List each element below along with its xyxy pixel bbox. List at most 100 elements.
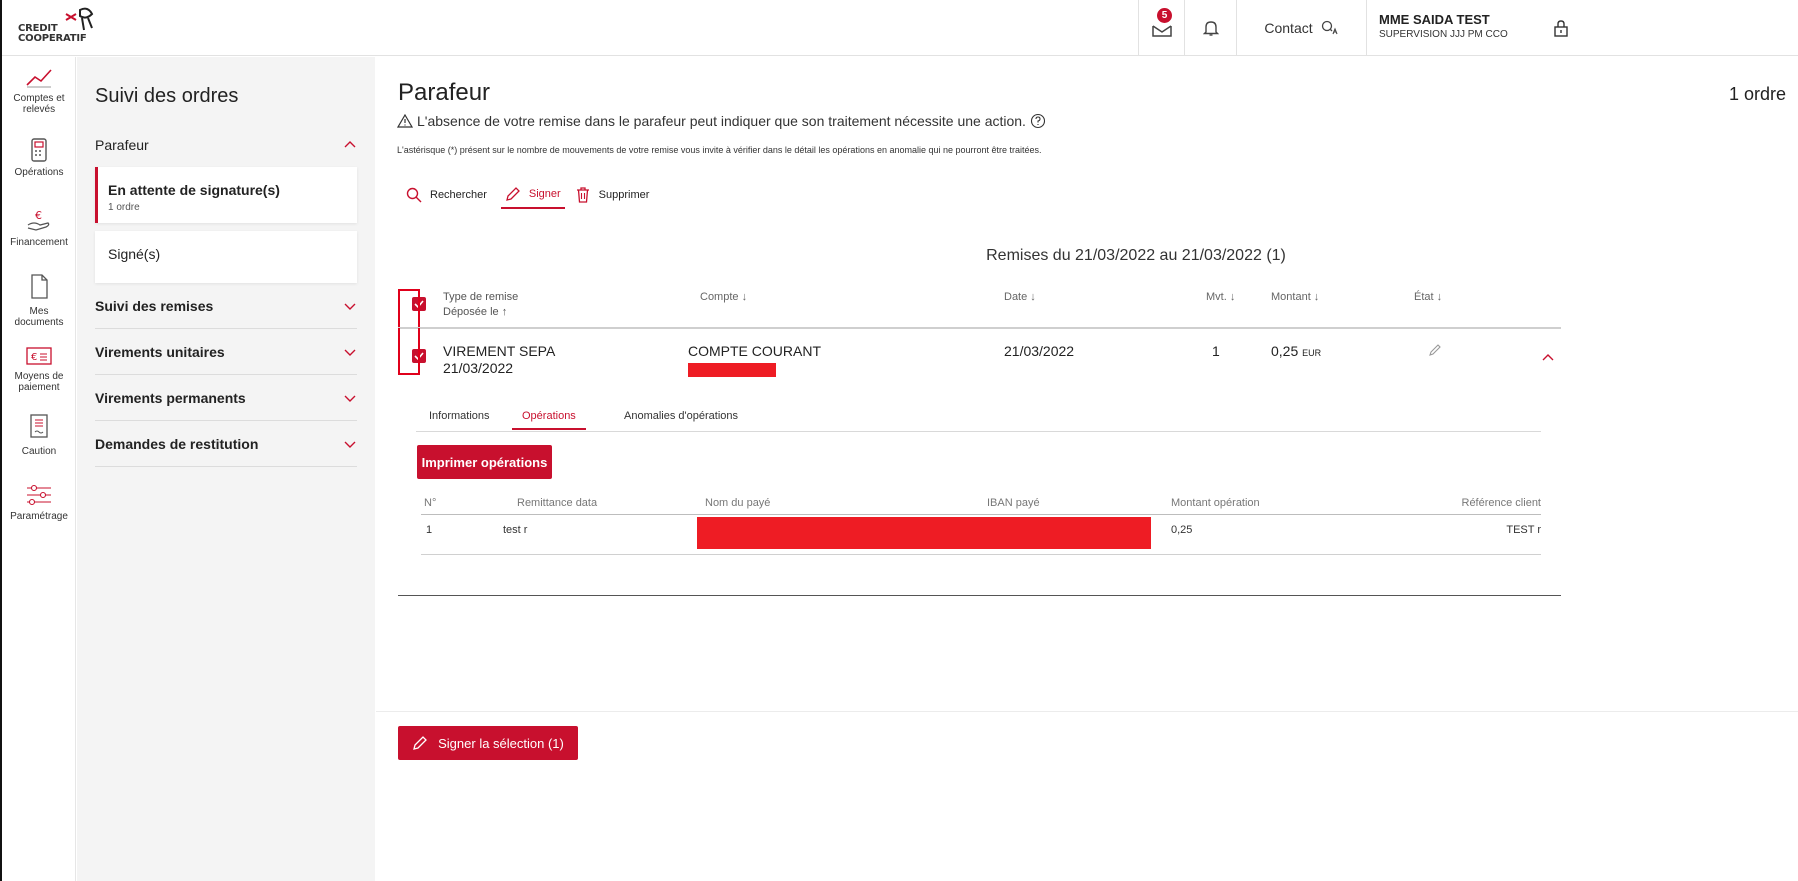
sign-selection-button[interactable]: Signer la sélection (1) (398, 726, 578, 760)
side-section-label: Suivi des remises (95, 297, 214, 314)
caution-doc-icon (30, 414, 48, 438)
remises-table-header: Type de remise Déposée le ↑ Compte ↓ Dat… (398, 287, 1561, 329)
nav-operations[interactable]: Opérations (2, 137, 76, 178)
remises-period-title: Remises du 21/03/2022 au 21/03/2022 (1) (986, 247, 1286, 264)
page-title: Parafeur (398, 79, 491, 106)
contact-search-icon (1321, 20, 1338, 35)
payment-card-icon: € (26, 347, 52, 365)
user-menu[interactable]: MME SAIDA TEST SUPERVISION JJJ PM CCO (1366, 0, 1536, 56)
chevron-down-icon (344, 441, 356, 448)
side-section-demandes-restitution[interactable]: Demandes de restitution (95, 421, 357, 467)
chevron-down-icon (344, 395, 356, 402)
user-subtitle: SUPERVISION JJJ PM CCO (1379, 29, 1508, 40)
side-section-label: Virements unitaires (95, 343, 225, 360)
contact-button[interactable]: Contact (1236, 0, 1366, 56)
checkbox-highlight-frame (398, 289, 420, 375)
messages-button[interactable]: 5 (1138, 0, 1184, 56)
sign-selection-label: Signer la sélection (1) (438, 735, 564, 751)
op-col-client-ref: Référence client (1461, 497, 1542, 509)
detail-tabs: Informations Opérations Anomalies d'opér… (416, 406, 1541, 432)
tab-operations[interactable]: Opérations (512, 410, 586, 430)
side-section-label: Demandes de restitution (95, 435, 259, 452)
row-date: 21/03/2022 (1004, 343, 1075, 359)
op-col-payee-name: Nom du payé (705, 497, 771, 509)
redacted-account-number (688, 363, 776, 377)
op-client-ref: TEST r (1506, 524, 1541, 536)
top-header: CREDIT COOPERATIF 5 Contact MME SAIDA TE… (2, 0, 1798, 56)
messages-badge: 5 (1157, 8, 1172, 23)
tab-anomalies[interactable]: Anomalies d'opérations (624, 410, 738, 422)
orders-side-menu: Suivi des ordres Parafeur En attente de … (77, 57, 375, 881)
user-name: MME SAIDA TEST (1379, 12, 1490, 27)
calculator-icon (31, 138, 47, 162)
side-item-pending-signature[interactable]: En attente de signature(s) 1 ordre (95, 167, 357, 223)
pending-count: 1 ordre (108, 202, 140, 213)
svg-text:€: € (31, 352, 37, 363)
operations-table-header: N° Remittance data Nom du payé IBAN payé… (421, 493, 1541, 515)
notifications-button[interactable] (1184, 0, 1236, 56)
row-type: VIREMENT SEPA (443, 343, 556, 359)
euro-hand-icon: € (27, 209, 50, 231)
row-account: COMPTE COURANT (688, 343, 821, 359)
svg-text:€: € (35, 209, 42, 222)
col-mvt[interactable]: Mvt. ↓ (1206, 291, 1235, 303)
col-date[interactable]: Date ↓ (1004, 291, 1036, 303)
nav-comptes[interactable]: Comptes et relevés (2, 65, 76, 115)
search-button[interactable]: Rechercher (402, 181, 491, 209)
operation-row: 1 test r 0,25 TEST r (421, 515, 1541, 555)
nav-financement[interactable]: € Financement (2, 207, 76, 248)
print-operations-button[interactable]: Imprimer opérations (417, 445, 552, 479)
nav-parametrage[interactable]: Paramétrage (2, 483, 76, 522)
row-divider (398, 327, 1561, 328)
nav-caution[interactable]: Caution (2, 412, 76, 457)
row-deposit-date: 21/03/2022 (443, 360, 514, 376)
op-col-payee-iban: IBAN payé (987, 497, 1040, 509)
nav-moyens-paiement[interactable]: € Moyens de paiement (2, 345, 76, 393)
contact-label: Contact (1264, 20, 1313, 36)
side-section-virements-unitaires[interactable]: Virements unitaires (95, 329, 357, 375)
documents-icon (31, 274, 48, 299)
col-deposit[interactable]: Déposée le ↑ (443, 306, 507, 318)
logout-button[interactable] (1536, 0, 1586, 56)
warning-icon (397, 114, 413, 128)
chevron-down-icon (344, 303, 356, 310)
op-number: 1 (426, 524, 433, 536)
op-col-amount: Montant opération (1171, 497, 1260, 509)
side-title: Suivi des ordres (95, 85, 239, 107)
side-item-signed[interactable]: Signé(s) (95, 231, 357, 283)
trash-icon (576, 187, 589, 203)
section-separator (398, 595, 1561, 596)
op-col-number: N° (424, 497, 437, 509)
warning-text: L'absence de votre remise dans le parafe… (417, 113, 1026, 129)
edit-state-icon[interactable] (1428, 343, 1442, 357)
row-mvt: 1 (1212, 343, 1220, 359)
chevron-down-icon (344, 349, 356, 356)
side-section-suivi-remises[interactable]: Suivi des remises (95, 283, 357, 329)
search-icon (406, 187, 422, 203)
redacted-payee-details (697, 517, 1151, 549)
col-amount[interactable]: Montant ↓ (1271, 291, 1319, 303)
side-section-virements-permanents[interactable]: Virements permanents (95, 375, 357, 421)
collapse-row-icon[interactable] (1541, 353, 1555, 363)
chart-line-icon (26, 69, 52, 88)
col-type[interactable]: Type de remise (443, 291, 518, 303)
asterisk-note: L'astérisque (*) présent sur le nombre d… (397, 145, 1042, 155)
footer-divider (376, 711, 1798, 712)
delete-button[interactable]: Supprimer (571, 181, 654, 209)
main-nav-rail: Comptes et relevés Opérations € Financeme… (2, 57, 76, 881)
op-col-remittance: Remittance data (517, 497, 598, 509)
pen-icon (505, 187, 520, 201)
sliders-icon (27, 484, 51, 506)
help-icon[interactable] (1030, 113, 1046, 129)
op-amount: 0,25 (1171, 524, 1193, 536)
col-account[interactable]: Compte ↓ (700, 291, 747, 303)
side-section-parafeur[interactable]: Parafeur (95, 122, 357, 168)
sign-button[interactable]: Signer (500, 181, 565, 209)
brand-logo[interactable]: CREDIT COOPERATIF (18, 6, 128, 50)
pen-icon (413, 736, 428, 750)
chevron-up-icon (344, 141, 356, 148)
nav-documents[interactable]: Mes documents (2, 272, 76, 328)
col-state[interactable]: État ↓ (1414, 291, 1442, 303)
table-row[interactable]: VIREMENT SEPA 21/03/2022 COMPTE COURANT … (398, 329, 1561, 389)
tab-informations[interactable]: Informations (429, 410, 490, 422)
